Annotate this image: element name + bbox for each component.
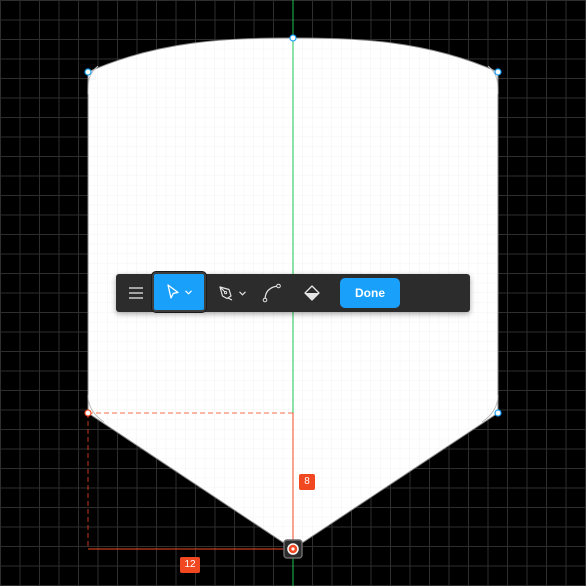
cursor-arrow-icon bbox=[166, 284, 180, 300]
measurement-badge-vertical: 8 bbox=[299, 474, 315, 490]
hamburger-menu-icon bbox=[129, 287, 143, 299]
vertex-handle-top[interactable] bbox=[289, 34, 297, 42]
paint-bucket-button[interactable] bbox=[296, 274, 328, 312]
vector-edit-toolbar: Done bbox=[116, 272, 470, 312]
move-tool-button[interactable] bbox=[152, 272, 206, 312]
selected-vertex-bottom[interactable] bbox=[283, 539, 303, 559]
pen-icon bbox=[218, 285, 234, 301]
paint-bucket-icon bbox=[303, 284, 321, 302]
menu-button[interactable] bbox=[120, 274, 152, 312]
bend-tool-icon bbox=[262, 283, 282, 303]
pen-tool-button[interactable] bbox=[212, 274, 252, 312]
vertex-handle-top-right[interactable] bbox=[494, 68, 502, 76]
vertex-handle-bottom-right[interactable] bbox=[494, 409, 502, 417]
vertex-handle-top-left[interactable] bbox=[84, 68, 92, 76]
done-button[interactable]: Done bbox=[340, 278, 400, 308]
chevron-down-icon bbox=[185, 289, 192, 295]
vertex-handle-bottom-left[interactable] bbox=[84, 409, 92, 417]
chevron-down-icon bbox=[239, 290, 246, 296]
measurement-badge-horizontal: 12 bbox=[180, 557, 200, 573]
bend-tool-button[interactable] bbox=[256, 274, 288, 312]
